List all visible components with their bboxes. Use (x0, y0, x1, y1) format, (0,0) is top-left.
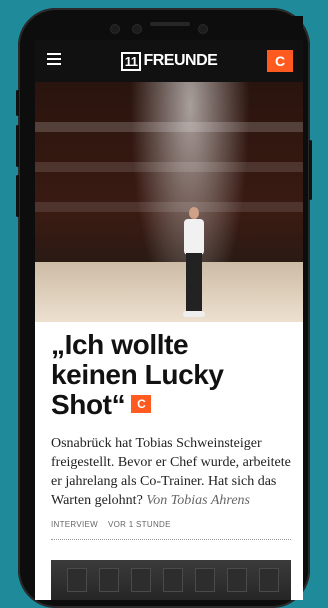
plus-badge-button[interactable]: C (267, 50, 293, 72)
app-header: 11 FREUNDE C (35, 40, 303, 82)
article-author: Von Tobias Ahrens (146, 493, 251, 508)
speaker-grille (150, 22, 190, 26)
divider (51, 539, 291, 540)
article-category: INTERVIEW (51, 520, 99, 529)
article-headline[interactable]: „Ich wollte keinen Lucky Shot“ C (51, 330, 291, 420)
article-meta: INTERVIEW VOR 1 STUNDE (51, 520, 291, 529)
camera-dot (132, 24, 142, 34)
phone-side-button (16, 125, 19, 167)
logo-text: FREUNDE (143, 52, 218, 69)
sensor-dot (110, 24, 120, 34)
article-time: VOR 1 STUNDE (108, 520, 171, 529)
flag-decoration (259, 568, 279, 592)
next-article-image[interactable] (51, 560, 291, 600)
flag-decoration (131, 568, 151, 592)
article-teaser-text: Osnabrück hat Tobias Schweinsteiger frei… (51, 436, 291, 508)
phone-side-button (309, 140, 312, 200)
logo-number: 11 (120, 51, 142, 71)
phone-side-button (16, 90, 19, 116)
phone-side-button (16, 175, 19, 217)
notch (35, 16, 303, 40)
camera-dot (198, 24, 208, 34)
flag-decoration (67, 568, 87, 592)
phone-screen: 11 FREUNDE C „Ich wollte keinen Lucky Sh… (35, 40, 303, 600)
hamburger-menu-icon[interactable] (47, 53, 61, 65)
stage-floor (35, 262, 303, 322)
article-teaser[interactable]: „Ich wollte keinen Lucky Shot“ C Osnabrüc… (51, 330, 291, 540)
flag-decoration (227, 568, 247, 592)
plus-badge-icon: C (131, 394, 152, 413)
flag-decoration (163, 568, 183, 592)
article-hero-image[interactable] (35, 82, 303, 322)
flag-decoration (195, 568, 215, 592)
person-figure (180, 207, 208, 322)
site-logo[interactable]: 11 FREUNDE (120, 51, 218, 71)
flag-decoration (99, 568, 119, 592)
